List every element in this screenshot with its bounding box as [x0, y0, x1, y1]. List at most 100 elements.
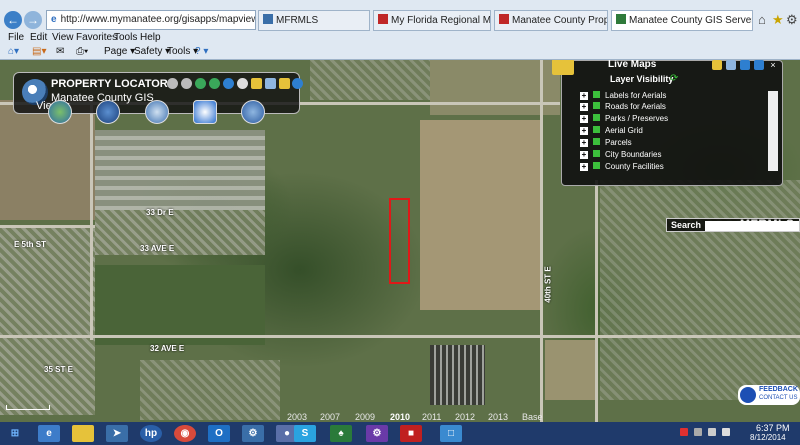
chrome-icon[interactable]: ◉	[174, 425, 196, 442]
refresh-map-icon[interactable]	[209, 78, 220, 89]
pdf-icon[interactable]: ■	[400, 425, 422, 442]
folder-icon[interactable]	[552, 60, 574, 75]
help-icon[interactable]	[740, 60, 750, 70]
tab-property-app[interactable]: Manatee County Property App...	[494, 10, 608, 31]
tool-icon[interactable]: ⚙	[242, 425, 264, 442]
year-2010[interactable]: 2010	[390, 412, 410, 422]
forward-button[interactable]: →	[24, 11, 42, 29]
year-2011[interactable]: 2011	[422, 412, 441, 422]
tab-florida-mls[interactable]: My Florida Regional MLS	[373, 10, 491, 31]
tray-icon[interactable]	[694, 428, 702, 436]
zoom-out-icon[interactable]	[181, 78, 192, 89]
tools-menu[interactable]: Tools ▾	[167, 46, 198, 57]
layer-item[interactable]: + Labels for Aerials	[580, 91, 666, 100]
checkbox[interactable]	[593, 126, 600, 133]
expand-icon[interactable]: +	[580, 151, 588, 159]
expand-icon[interactable]: +	[580, 163, 588, 171]
expand-icon[interactable]: +	[580, 127, 588, 135]
help-tool-icon[interactable]	[241, 100, 265, 124]
year-2007[interactable]: 2007	[320, 412, 340, 422]
close-icon[interactable]: ×	[768, 60, 778, 70]
window-icon[interactable]: □	[440, 425, 462, 442]
volume-icon[interactable]	[722, 428, 730, 436]
checkbox[interactable]	[593, 114, 600, 121]
skype-icon[interactable]: S	[294, 425, 316, 442]
selected-parcel-outline[interactable]	[389, 198, 410, 284]
checkbox[interactable]	[593, 102, 600, 109]
rocket-icon[interactable]: ➤	[106, 425, 128, 442]
folder-icon[interactable]	[712, 60, 722, 70]
back-button[interactable]: ←	[4, 11, 22, 29]
compass-icon[interactable]	[96, 100, 120, 124]
tool-icon[interactable]	[726, 60, 736, 70]
menu-favorites[interactable]: Favorites	[76, 32, 117, 43]
feedback-title: FEEDBACK	[759, 386, 798, 393]
aerial-map[interactable]: 33 Dr E 33 AVE E E 5th ST 40th ST E 32 A…	[0, 60, 800, 422]
zoom-in-icon[interactable]	[167, 78, 178, 89]
globe-icon[interactable]	[195, 78, 206, 89]
layer-visibility-label: Layer Visibility	[610, 74, 674, 84]
checkbox[interactable]	[593, 138, 600, 145]
earth-icon[interactable]	[145, 100, 169, 124]
outlook-icon[interactable]: O	[208, 425, 230, 442]
gear-icon[interactable]: ⚙	[786, 12, 798, 28]
home-cmd-icon[interactable]: ⌂▾	[8, 46, 19, 57]
help-menu[interactable]: ? ▾	[195, 46, 208, 57]
hand-pan-icon[interactable]	[237, 78, 248, 89]
layer-item[interactable]: + Parks / Preserves	[580, 114, 668, 123]
info-icon[interactable]	[754, 60, 764, 70]
menu-tools[interactable]: Tools	[114, 32, 137, 43]
globe-tool-icon[interactable]	[48, 100, 72, 124]
print-icon[interactable]: ⎙▾	[76, 46, 88, 57]
print-map-icon[interactable]	[279, 78, 290, 89]
solitaire-icon[interactable]: ♠	[330, 425, 352, 442]
menu-help[interactable]: Help	[140, 32, 161, 43]
safety-menu[interactable]: Safety ▾	[134, 46, 170, 57]
start-button[interactable]: ⊞	[2, 425, 28, 442]
feedback-button[interactable]: FEEDBACK CONTACT US	[738, 385, 800, 405]
expand-icon[interactable]: +	[580, 92, 588, 100]
expand-icon[interactable]: +	[580, 139, 588, 147]
checkbox[interactable]	[593, 162, 600, 169]
checkbox[interactable]	[593, 150, 600, 157]
settings-gear-icon[interactable]: ⚙	[366, 425, 388, 442]
layer-item[interactable]: + Roads for Aerials	[580, 102, 666, 111]
year-2012[interactable]: 2012	[455, 412, 475, 422]
year-2003[interactable]: 2003	[287, 412, 307, 422]
layer-item[interactable]: + County Facilities	[580, 162, 664, 171]
tab-mfrmls[interactable]: MFRMLS	[258, 10, 370, 31]
favorites-star-icon[interactable]: ★	[772, 12, 784, 28]
explorer-folder-icon[interactable]	[72, 425, 94, 442]
hp-icon[interactable]: hp	[140, 425, 162, 442]
help-icon[interactable]	[292, 78, 303, 89]
ie-icon[interactable]: e	[38, 425, 60, 442]
layer-item[interactable]: + City Boundaries	[580, 150, 661, 159]
page-menu[interactable]: Page ▾	[104, 46, 135, 57]
clock-time[interactable]: 6:37 PM	[756, 423, 790, 433]
expand-icon[interactable]: +	[580, 103, 588, 111]
measure-icon[interactable]	[265, 78, 276, 89]
info-icon[interactable]	[223, 78, 234, 89]
settings-icon[interactable]	[193, 100, 217, 124]
network-icon[interactable]	[708, 428, 716, 436]
checkbox[interactable]	[593, 91, 600, 98]
layer-scrollbar[interactable]	[768, 91, 778, 171]
mail-icon[interactable]: ✉	[56, 46, 64, 57]
folder-icon[interactable]	[251, 78, 262, 89]
home-icon[interactable]: ⌂	[758, 12, 766, 27]
layer-item[interactable]: + Parcels	[580, 138, 632, 147]
refresh-icon[interactable]: ⟳	[670, 73, 678, 84]
tab-gis-server[interactable]: Manatee County GIS Server ×	[611, 10, 753, 31]
expand-icon[interactable]: +	[580, 115, 588, 123]
tray-icon[interactable]	[680, 428, 688, 436]
menu-edit[interactable]: Edit	[30, 32, 47, 43]
feeds-icon[interactable]: ▤▾	[32, 46, 46, 57]
clock-date[interactable]: 8/12/2014	[750, 433, 786, 442]
menu-view[interactable]: View	[52, 32, 74, 43]
year-2009[interactable]: 2009	[355, 412, 375, 422]
address-bar[interactable]: e http://www.mymanatee.org/gisapps/mapvie…	[46, 10, 256, 30]
year-2013[interactable]: 2013	[488, 412, 508, 422]
year-base[interactable]: Base	[522, 412, 543, 422]
layer-item[interactable]: + Aerial Grid	[580, 126, 643, 135]
menu-file[interactable]: File	[8, 32, 24, 43]
